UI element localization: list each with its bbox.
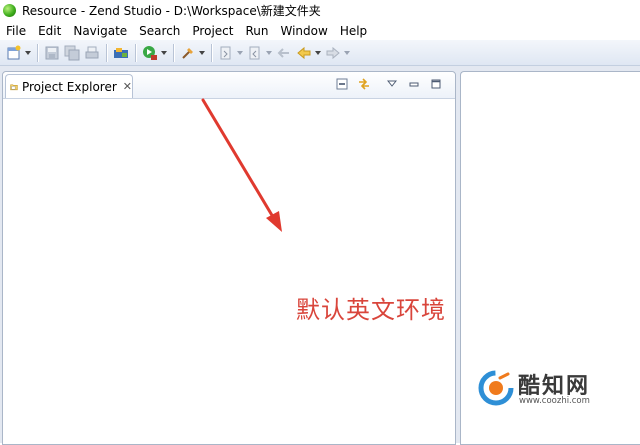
- coozhi-logo-icon: [478, 370, 514, 406]
- tab-project-explorer[interactable]: Project Explorer ✕: [5, 74, 133, 98]
- back-icon[interactable]: [296, 45, 312, 61]
- save-all-icon[interactable]: [64, 45, 80, 61]
- view-tab-bar: Project Explorer ✕: [3, 72, 455, 99]
- forward-icon[interactable]: [325, 45, 341, 61]
- view-menu-icon[interactable]: [385, 77, 399, 91]
- menu-file[interactable]: File: [0, 24, 32, 38]
- collapse-all-icon[interactable]: [335, 77, 349, 91]
- menu-help[interactable]: Help: [334, 24, 373, 38]
- back-dropdown[interactable]: [314, 45, 321, 61]
- last-edit-icon[interactable]: [276, 45, 292, 61]
- toolbar-separator: [106, 43, 107, 62]
- watermark-url: www.coozhi.com: [519, 396, 590, 406]
- title-bar: Resource - Zend Studio - D:\Workspace\新建…: [0, 0, 640, 21]
- window-title: Resource - Zend Studio - D:\Workspace\新建…: [22, 4, 321, 18]
- main-toolbar: [0, 40, 640, 66]
- run-icon[interactable]: [142, 45, 158, 61]
- coozhi-watermark: 酷知网 www.coozhi.com: [478, 366, 628, 412]
- menu-navigate[interactable]: Navigate: [67, 24, 133, 38]
- toolbar-separator: [211, 43, 212, 62]
- save-icon[interactable]: [44, 45, 60, 61]
- open-type-icon[interactable]: [113, 45, 129, 61]
- toolbar-separator: [37, 43, 38, 62]
- previous-annotation-icon[interactable]: [247, 45, 263, 61]
- new-wizard-dropdown[interactable]: [24, 45, 31, 61]
- new-wizard-icon[interactable]: [6, 45, 22, 61]
- maximize-icon[interactable]: [429, 77, 443, 91]
- project-explorer-view[interactable]: Project Explorer ✕: [2, 71, 456, 445]
- external-tools-icon[interactable]: [180, 45, 196, 61]
- link-with-editor-icon[interactable]: [357, 77, 371, 91]
- project-explorer-icon: [10, 83, 18, 90]
- menu-run[interactable]: Run: [239, 24, 274, 38]
- annotation-label: 默认英文环境: [296, 296, 446, 324]
- menu-edit[interactable]: Edit: [32, 24, 67, 38]
- menu-project[interactable]: Project: [186, 24, 239, 38]
- minimize-icon[interactable]: [407, 77, 421, 91]
- next-annotation-icon[interactable]: [218, 45, 234, 61]
- menu-window[interactable]: Window: [274, 24, 333, 38]
- run-dropdown[interactable]: [160, 45, 167, 61]
- print-icon[interactable]: [84, 45, 100, 61]
- tab-label: Project Explorer: [21, 79, 117, 94]
- menu-search[interactable]: Search: [133, 24, 186, 38]
- close-icon[interactable]: ✕: [123, 80, 132, 93]
- toolbar-separator: [173, 43, 174, 62]
- external-tools-dropdown[interactable]: [198, 45, 205, 61]
- next-annotation-dropdown[interactable]: [236, 45, 243, 61]
- toolbar-separator: [135, 43, 136, 62]
- view-controls: [327, 77, 443, 91]
- previous-annotation-dropdown[interactable]: [265, 45, 272, 61]
- menu-bar: File Edit Navigate Search Project Run Wi…: [0, 21, 640, 40]
- forward-dropdown[interactable]: [343, 45, 350, 61]
- zend-studio-app-icon: [3, 4, 16, 17]
